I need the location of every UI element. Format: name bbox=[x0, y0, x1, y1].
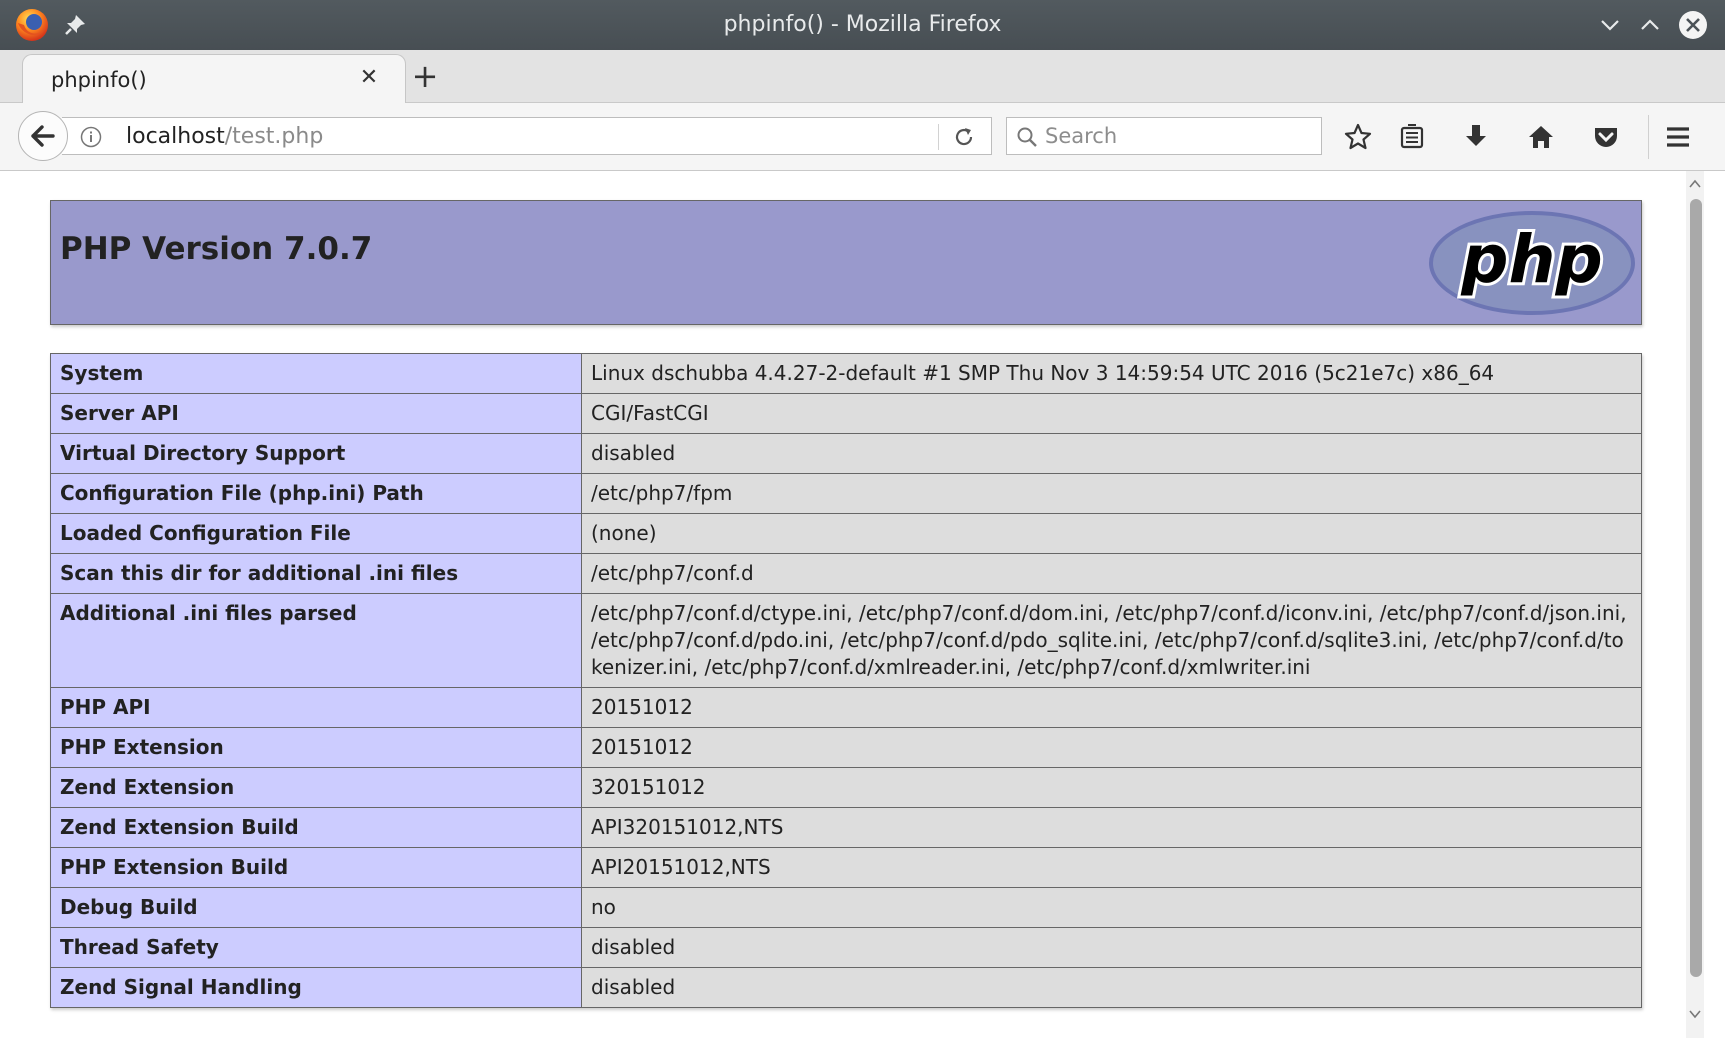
toolbar-separator bbox=[1648, 115, 1649, 159]
row-value: disabled bbox=[581, 967, 1642, 1008]
php-logo: php php bbox=[1429, 211, 1635, 315]
table-row: Debug Build no bbox=[50, 887, 1642, 928]
table-row: Configuration File (php.ini) Path/etc/ph… bbox=[50, 473, 1642, 514]
row-key: Server API bbox=[50, 393, 582, 434]
row-key: PHP Extension bbox=[50, 727, 582, 768]
row-value: API20151012,NTS bbox=[581, 847, 1642, 888]
info-table: System Linux dschubba 4.4.27-2-default #1… bbox=[50, 353, 1642, 1008]
table-row: Thread Safety disabled bbox=[50, 927, 1642, 968]
scroll-up-icon[interactable] bbox=[1688, 177, 1702, 191]
info-icon[interactable] bbox=[80, 126, 102, 148]
table-row: Loaded Configuration File (none) bbox=[50, 513, 1642, 554]
row-key: System bbox=[50, 353, 582, 394]
close-icon[interactable] bbox=[1677, 9, 1709, 41]
table-row: Zend Extension 320151012 bbox=[50, 767, 1642, 808]
search-icon bbox=[1017, 127, 1037, 147]
url-separator bbox=[938, 124, 939, 150]
row-key: Debug Build bbox=[50, 887, 582, 928]
row-value: CGI/FastCGI bbox=[581, 393, 1642, 434]
row-key: Zend Extension bbox=[50, 767, 582, 808]
row-value: Linux dschubba 4.4.27-2-default #1 SMP T… bbox=[581, 353, 1642, 394]
table-row: Virtual Directory Support disabled bbox=[50, 433, 1642, 474]
table-row: PHP API 20151012 bbox=[50, 687, 1642, 728]
php-version-header: PHP Version 7.0.7 php php bbox=[50, 200, 1642, 325]
tab-close-icon[interactable]: ✕ bbox=[358, 67, 380, 89]
maximize-icon[interactable] bbox=[1636, 11, 1664, 39]
row-key: Zend Signal Handling bbox=[50, 967, 582, 1008]
tab-strip: phpinfo() ✕ + bbox=[0, 50, 1725, 104]
row-key: Additional .ini files parsed bbox=[50, 593, 582, 688]
page-content: PHP Version 7.0.7 php php System Linux ds… bbox=[0, 171, 1725, 1038]
row-key: Loaded Configuration File bbox=[50, 513, 582, 554]
menu-icon[interactable] bbox=[1662, 121, 1694, 153]
row-value: 20151012 bbox=[581, 687, 1642, 728]
minimize-icon[interactable] bbox=[1596, 11, 1624, 39]
table-row: Server API CGI/FastCGI bbox=[50, 393, 1642, 434]
url-bar[interactable]: localhost/test.php bbox=[62, 117, 992, 155]
navigation-toolbar: localhost/test.php bbox=[0, 103, 1725, 171]
downloads-icon[interactable] bbox=[1460, 121, 1492, 153]
table-row: PHP Extension Build API20151012,NTS bbox=[50, 847, 1642, 888]
row-value: API320151012,NTS bbox=[581, 807, 1642, 848]
row-value: 320151012 bbox=[581, 767, 1642, 808]
row-value: /etc/php7/fpm bbox=[581, 473, 1642, 514]
search-bar[interactable] bbox=[1006, 117, 1322, 155]
row-value: disabled bbox=[581, 927, 1642, 968]
row-value: /etc/php7/conf.d bbox=[581, 553, 1642, 594]
table-row: Additional .ini files parsed/etc/php7/co… bbox=[50, 593, 1642, 688]
pocket-icon[interactable] bbox=[1590, 121, 1622, 153]
row-key: Configuration File (php.ini) Path bbox=[50, 473, 582, 514]
row-key: Scan this dir for additional .ini files bbox=[50, 553, 582, 594]
table-row: Scan this dir for additional .ini files /… bbox=[50, 553, 1642, 594]
row-key: Thread Safety bbox=[50, 927, 582, 968]
back-button[interactable] bbox=[18, 111, 68, 161]
row-value: 20151012 bbox=[581, 727, 1642, 768]
url-text[interactable]: localhost/test.php bbox=[126, 124, 323, 149]
tab-phpinfo[interactable]: phpinfo() ✕ bbox=[22, 54, 406, 104]
table-row: Zend Signal Handling disabled bbox=[50, 967, 1642, 1008]
row-key: PHP API bbox=[50, 687, 582, 728]
bookmark-star-icon[interactable] bbox=[1342, 121, 1374, 153]
row-key: Virtual Directory Support bbox=[50, 433, 582, 474]
scrollbar-thumb[interactable] bbox=[1690, 199, 1702, 977]
url-host: localhost bbox=[126, 124, 225, 149]
back-icon bbox=[31, 125, 55, 147]
search-input[interactable] bbox=[1045, 124, 1305, 148]
php-logo-text: php bbox=[1460, 221, 1602, 298]
row-value: (none) bbox=[581, 513, 1642, 554]
scroll-down-icon[interactable] bbox=[1688, 1007, 1702, 1021]
table-row: System Linux dschubba 4.4.27-2-default #1… bbox=[50, 353, 1642, 394]
window-title: phpinfo() - Mozilla Firefox bbox=[723, 12, 1002, 37]
window-titlebar: phpinfo() - Mozilla Firefox bbox=[0, 0, 1725, 50]
table-row: PHP Extension 20151012 bbox=[50, 727, 1642, 768]
reading-list-icon[interactable] bbox=[1396, 121, 1428, 153]
row-value: disabled bbox=[581, 433, 1642, 474]
row-value: no bbox=[581, 887, 1642, 928]
reload-icon[interactable] bbox=[952, 125, 976, 149]
new-tab-button[interactable]: + bbox=[410, 60, 440, 92]
row-key: PHP Extension Build bbox=[50, 847, 582, 888]
row-key: Zend Extension Build bbox=[50, 807, 582, 848]
row-value: /etc/php7/conf.d/ctype.ini, /etc/php7/co… bbox=[581, 593, 1642, 688]
home-icon[interactable] bbox=[1525, 121, 1557, 153]
url-path: /test.php bbox=[224, 124, 324, 149]
tab-label: phpinfo() bbox=[51, 68, 147, 92]
table-row: Zend Extension Build API320151012,NTS bbox=[50, 807, 1642, 848]
page-title: PHP Version 7.0.7 bbox=[60, 231, 373, 267]
